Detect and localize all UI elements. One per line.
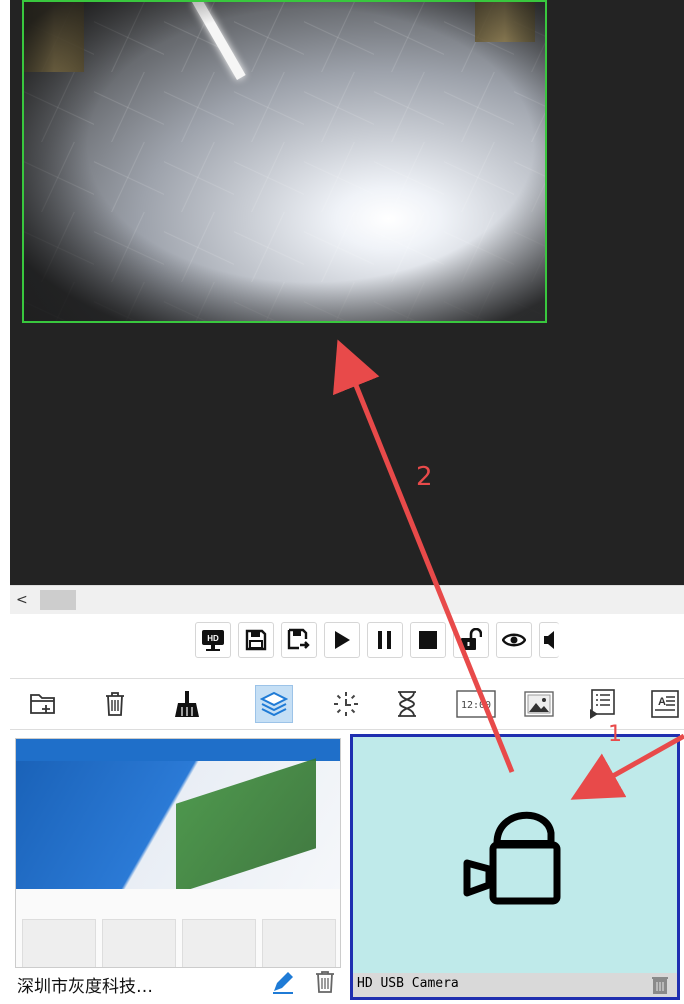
pause-button[interactable]	[367, 622, 403, 658]
program-toolbar: 12:00 A	[10, 678, 684, 730]
pause-icon	[378, 631, 391, 649]
thumbnail-nav-bar	[16, 739, 340, 761]
thumbnail-product	[262, 919, 336, 967]
thumbnail-product	[22, 919, 96, 967]
digital-clock-icon: 12:00	[456, 690, 496, 718]
dial-clock-button[interactable]	[327, 685, 365, 723]
add-folder-button[interactable]	[24, 685, 62, 723]
unlock-icon	[461, 628, 482, 650]
scroll-left-arrow[interactable]: <	[16, 592, 32, 608]
fisheye-vignette	[24, 2, 545, 321]
horizontal-scrollbar[interactable]: <	[10, 585, 684, 614]
edit-icon[interactable]	[271, 970, 295, 994]
playlist-button[interactable]	[584, 685, 622, 723]
save-as-button[interactable]	[281, 622, 317, 658]
playback-controls: HD	[195, 615, 684, 665]
stop-button[interactable]	[410, 622, 446, 658]
scroll-thumb[interactable]	[40, 590, 76, 610]
preview-eye-button[interactable]	[496, 622, 532, 658]
trash-icon	[106, 692, 124, 716]
web-page-thumbnail	[15, 738, 341, 968]
annotation-label-2: 2	[416, 462, 433, 492]
eye-icon	[502, 633, 526, 647]
layers-icon	[260, 691, 288, 717]
save-as-icon	[287, 628, 310, 650]
digital-clock-label: 12:00	[461, 700, 491, 711]
add-folder-icon	[30, 694, 55, 714]
play-button[interactable]	[324, 622, 360, 658]
thumbnail-product-row	[16, 889, 340, 967]
video-camera-icon	[463, 811, 561, 905]
thumbnail-product	[182, 919, 256, 967]
countdown-button[interactable]	[388, 685, 426, 723]
play-icon	[335, 631, 350, 649]
hd-monitor-button[interactable]: HD	[195, 622, 231, 658]
thumbnail-product	[102, 919, 176, 967]
svg-text:A: A	[658, 696, 666, 708]
clock-dial-icon	[334, 692, 358, 716]
camera-card-footer: HD USB Camera	[353, 973, 677, 997]
layers-button[interactable]	[255, 685, 293, 723]
unlock-button[interactable]	[453, 622, 489, 658]
hourglass-icon	[398, 691, 416, 717]
save-button[interactable]	[238, 622, 274, 658]
web-card-title: 深圳市灰度科技…	[17, 977, 153, 997]
broom-icon	[175, 691, 199, 717]
delete-card-icon[interactable]	[314, 970, 336, 994]
playlist-icon	[590, 689, 615, 719]
hd-monitor-icon: HD	[202, 630, 224, 651]
program-card-web[interactable]: 深圳市灰度科技…	[15, 738, 341, 997]
preview-area	[10, 0, 684, 585]
camera-card-title: HD USB Camera	[357, 976, 459, 991]
volume-icon	[543, 631, 554, 649]
camera-preview-window[interactable]	[22, 0, 547, 323]
hd-label: HD	[207, 634, 219, 643]
image-button[interactable]	[520, 685, 558, 723]
image-icon	[524, 691, 554, 717]
volume-button[interactable]	[539, 622, 559, 658]
text-icon: A	[651, 690, 679, 718]
annotation-label-1: 1	[608, 722, 622, 747]
clear-button[interactable]	[168, 685, 206, 723]
text-button[interactable]: A	[646, 685, 684, 723]
save-icon	[245, 629, 267, 651]
thumbnail-banner	[16, 758, 340, 894]
delete-camera-icon[interactable]	[651, 975, 669, 995]
program-card-camera[interactable]: HD USB Camera	[350, 734, 680, 1000]
stop-icon	[419, 631, 437, 649]
delete-button[interactable]	[96, 685, 134, 723]
digital-clock-button[interactable]: 12:00	[454, 685, 498, 723]
thumbnail-circuit-boards	[176, 758, 316, 894]
